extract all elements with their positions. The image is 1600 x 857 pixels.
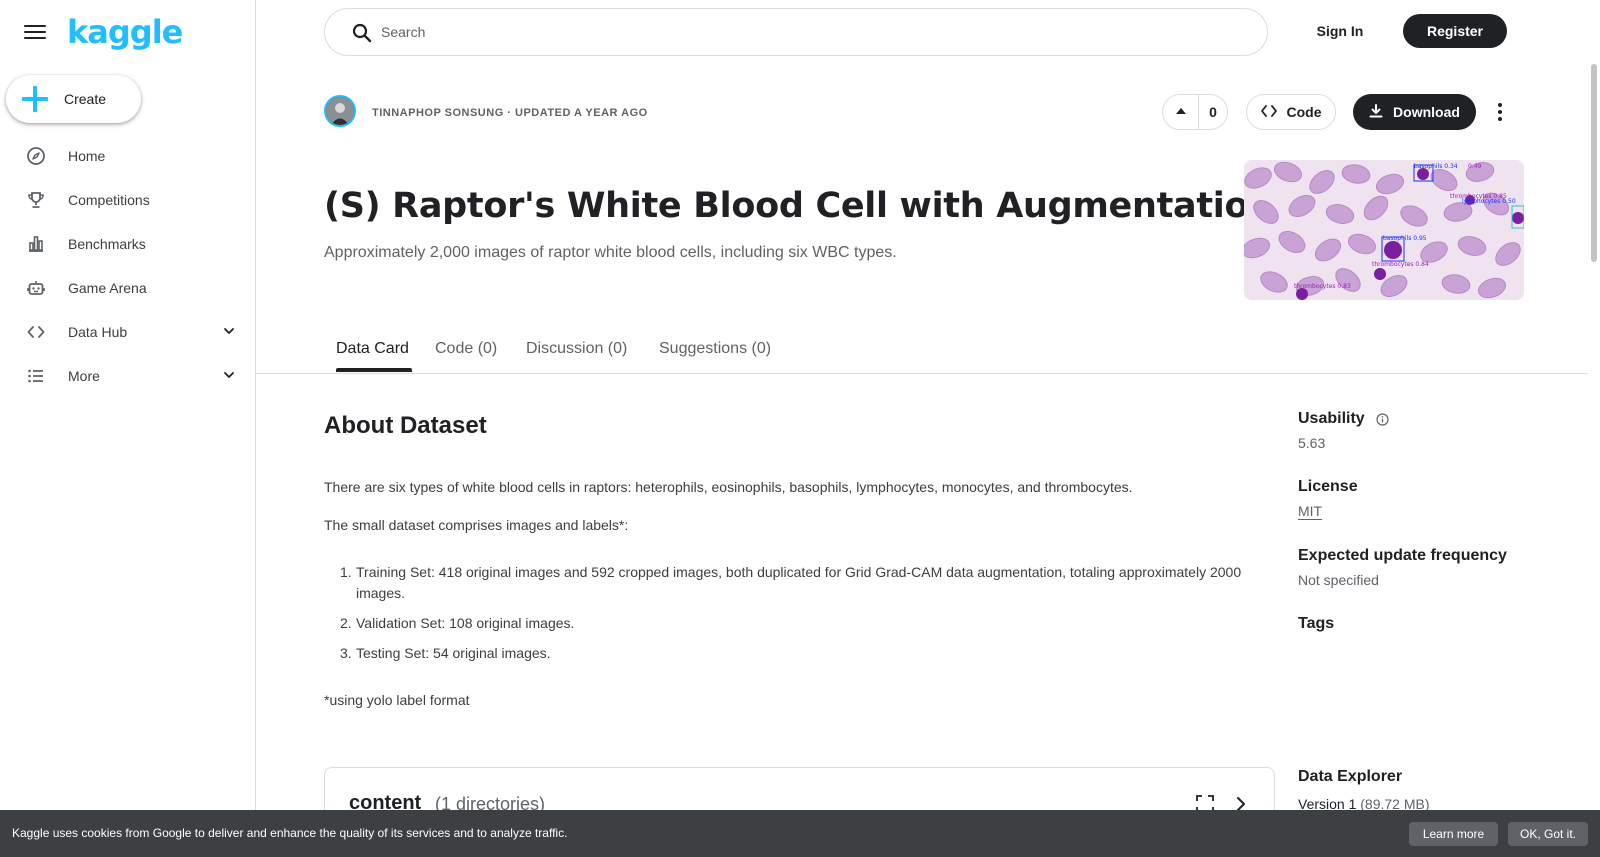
vote-count: 0 — [1209, 104, 1217, 120]
about-heading: About Dataset — [324, 412, 487, 439]
sidebar-item-label: Data Hub — [68, 324, 128, 340]
code-button-label: Code — [1286, 104, 1322, 120]
create-button[interactable]: Create — [6, 75, 141, 123]
sidebar-item-home[interactable]: Home — [0, 134, 256, 178]
download-icon — [1369, 103, 1383, 121]
bar-chart-icon — [26, 234, 46, 254]
thumb-label: basophils 0.95 — [1383, 235, 1427, 242]
usability-value: 5.63 — [1298, 435, 1326, 451]
tab-suggestions[interactable]: Suggestions (0) — [659, 340, 771, 358]
upvote-button[interactable] — [1163, 95, 1199, 129]
tab-data-card[interactable]: Data Card — [336, 340, 409, 358]
sidebar-item-more[interactable]: More — [0, 354, 256, 398]
cookie-banner: Kaggle uses cookies from Google to deliv… — [0, 810, 1600, 857]
split-list: 1. Training Set: 418 original images and … — [340, 562, 1270, 673]
trophy-icon — [26, 190, 46, 210]
list-item: 3. Testing Set: 54 original images. — [340, 643, 1270, 664]
sidebar-item-label: More — [68, 368, 100, 384]
sidebar-item-label: Benchmarks — [68, 236, 146, 252]
update-frequency-value: Not specified — [1298, 572, 1379, 588]
dataset-thumbnail: basophils 0.34 0.49 thrombocytes 0.85 ly… — [1244, 160, 1524, 300]
sidebar-item-data-hub[interactable]: Data Hub — [0, 310, 256, 354]
code-brackets-icon — [26, 322, 46, 342]
download-button-label: Download — [1393, 104, 1460, 120]
chevron-down-icon[interactable] — [222, 324, 236, 338]
scrollbar-thumb[interactable] — [1591, 64, 1597, 262]
sidebar-item-competitions[interactable]: Competitions — [0, 178, 256, 222]
scrollbar[interactable] — [1588, 0, 1600, 857]
thumb-label: thrombocytes 0.83 — [1294, 283, 1351, 290]
list-item: 2. Validation Set: 108 original images. — [340, 613, 1270, 634]
chevron-down-icon[interactable] — [222, 368, 236, 382]
hamburger-menu-icon[interactable] — [24, 22, 46, 42]
thumb-label: 0.49 — [1468, 163, 1482, 170]
data-explorer-label: Data Explorer — [1298, 768, 1403, 785]
about-paragraph: There are six types of white blood cells… — [324, 479, 1133, 495]
footnote: *using yolo label format — [324, 692, 470, 708]
more-vert-icon[interactable] — [1488, 97, 1512, 127]
list-item-text: Training Set: 418 original images and 59… — [356, 564, 1242, 601]
license-link[interactable]: MIT — [1298, 503, 1323, 520]
license-label: License — [1298, 478, 1358, 495]
caret-up-icon — [1175, 103, 1187, 121]
avatar[interactable] — [324, 95, 356, 127]
sidebar: kaggle Create Home Competitions Benchmar… — [0, 0, 256, 857]
dataset-byline: TINNAPHOP SONSUNG · UPDATED A YEAR AGO — [372, 107, 648, 119]
dataset-subtitle: Approximately 2,000 images of raptor whi… — [324, 244, 897, 261]
sidebar-header: kaggle — [0, 0, 256, 64]
robot-icon — [26, 278, 46, 298]
tags-label: Tags — [1298, 615, 1335, 632]
sidebar-item-benchmarks[interactable]: Benchmarks — [0, 222, 256, 266]
search-icon — [351, 22, 373, 44]
code-brackets-icon — [1260, 104, 1277, 121]
info-icon[interactable] — [1376, 413, 1389, 426]
compass-icon — [26, 146, 46, 166]
search-input[interactable]: Search — [381, 24, 425, 40]
tab-code[interactable]: Code (0) — [435, 340, 497, 358]
list-item-text: Testing Set: 54 original images. — [356, 645, 551, 661]
sidebar-item-label: Game Arena — [68, 280, 147, 296]
sidebar-item-label: Home — [68, 148, 106, 164]
ok-got-it-button[interactable]: OK, Got it. — [1508, 822, 1588, 846]
tab-bar: Data Card Code (0) Discussion (0) Sugges… — [256, 326, 1588, 374]
sign-in-button[interactable]: Sign In — [1300, 14, 1380, 48]
kaggle-logo[interactable]: kaggle — [67, 13, 183, 51]
thumb-label: basophils 0.34 — [1414, 163, 1458, 170]
page-title: (S) Raptor's White Blood Cell with Augme… — [324, 186, 1273, 226]
cookie-text: Kaggle uses cookies from Google to deliv… — [12, 826, 568, 840]
upvote-control: 0 — [1162, 94, 1228, 130]
active-tab-indicator — [336, 368, 412, 372]
create-button-label: Create — [64, 91, 107, 107]
search-bar[interactable]: Search — [324, 8, 1268, 56]
usability-label: Usability — [1298, 410, 1365, 427]
update-frequency-label: Expected update frequency — [1298, 547, 1507, 564]
thumb-label: lymphocytes 0.50 — [1462, 198, 1516, 205]
thumb-label: thrombocytes 0.84 — [1372, 261, 1429, 268]
sidebar-item-game-arena[interactable]: Game Arena — [0, 266, 256, 310]
tab-discussion[interactable]: Discussion (0) — [526, 340, 627, 358]
list-item: 1. Training Set: 418 original images and … — [340, 562, 1270, 604]
plus-icon — [22, 86, 48, 112]
sidebar-nav: Home Competitions Benchmarks Game Arena … — [0, 134, 256, 398]
learn-more-button[interactable]: Learn more — [1409, 822, 1498, 846]
list-item-text: Validation Set: 108 original images. — [356, 615, 575, 631]
list-icon — [26, 366, 46, 386]
code-button[interactable]: Code — [1246, 94, 1336, 130]
about-paragraph: The small dataset comprises images and l… — [324, 517, 629, 533]
download-button[interactable]: Download — [1353, 94, 1476, 130]
register-button[interactable]: Register — [1403, 14, 1507, 48]
sidebar-item-label: Competitions — [68, 192, 150, 208]
